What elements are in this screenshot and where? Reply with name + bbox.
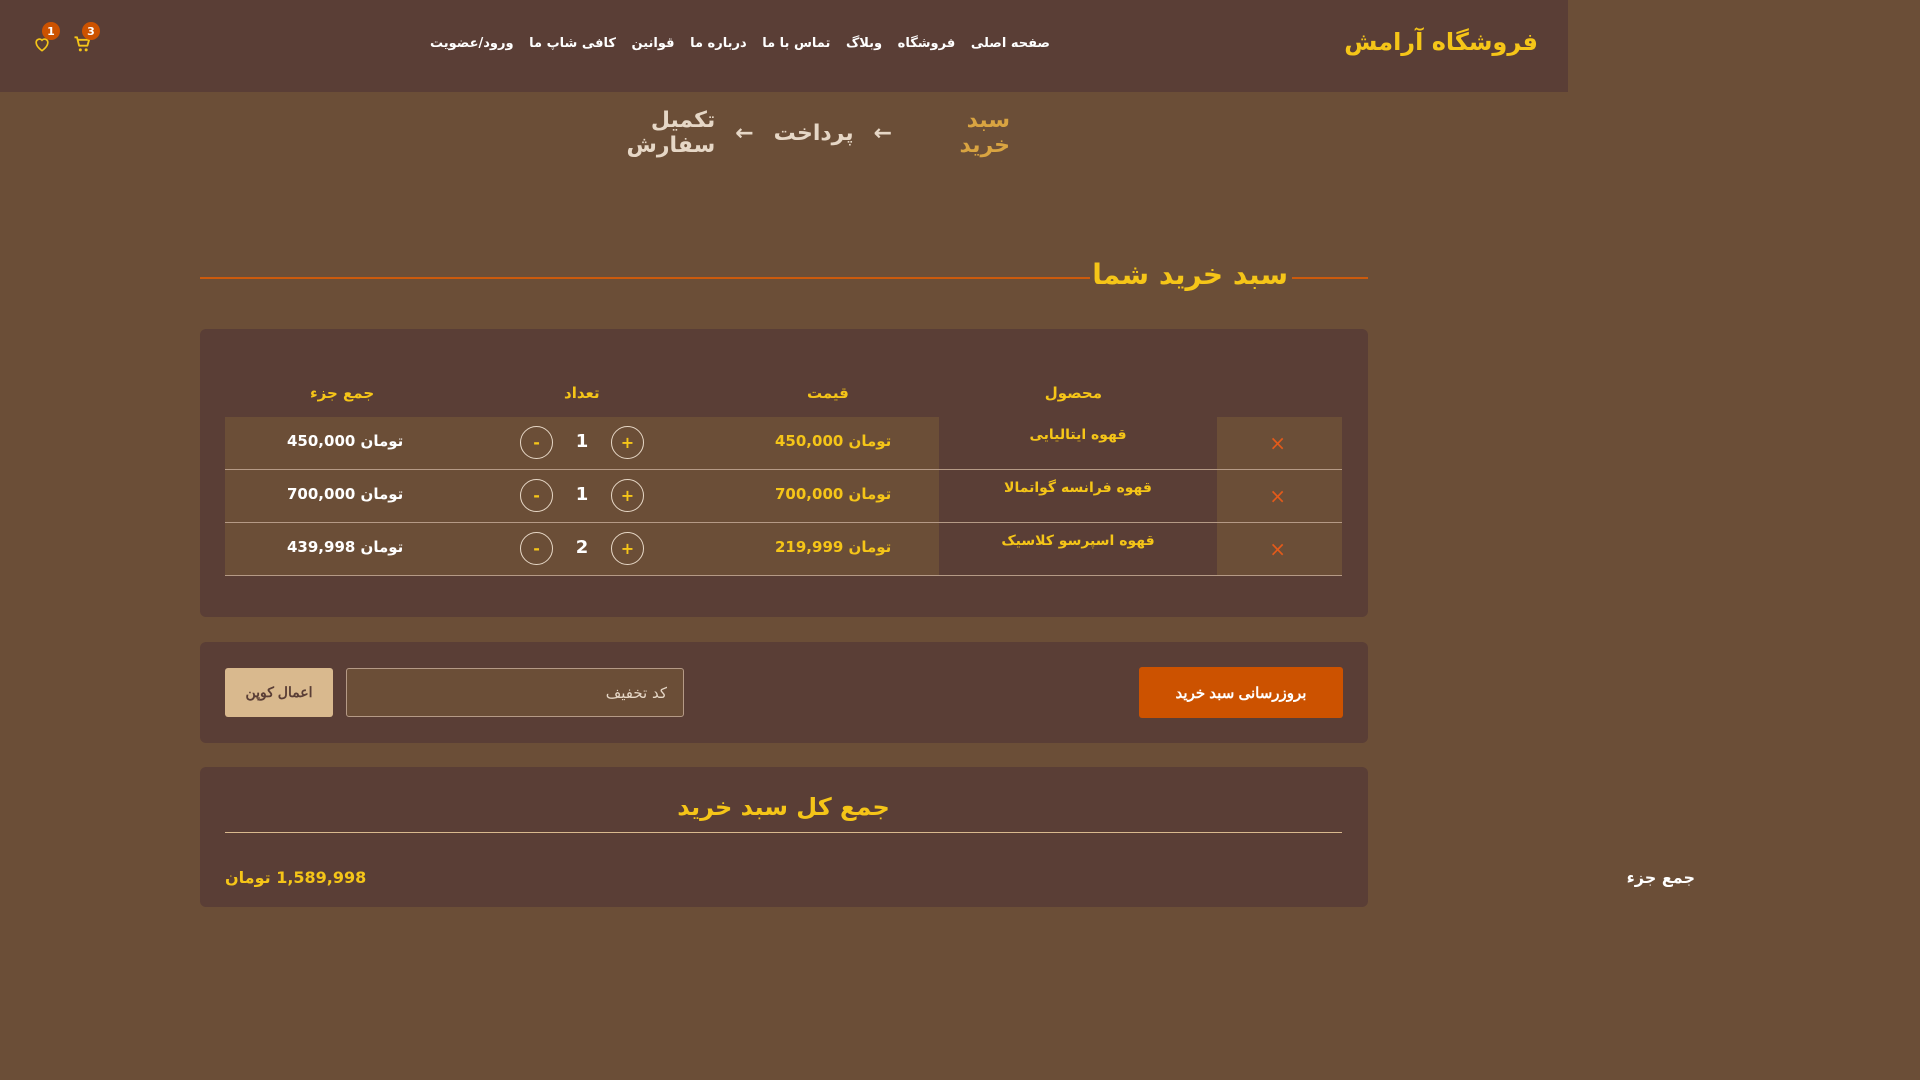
product-cell: قهوه اسپرسو کلاسیک xyxy=(939,523,1217,576)
table-row: × قهوه اسپرسو کلاسیک تومان 219,999 + 2 -… xyxy=(225,523,1342,576)
checkout-steps: سبد خرید ← پرداخت ← تکمیل سفارش xyxy=(560,108,1010,158)
table-header: محصول قیمت تعداد جمع جزء xyxy=(225,384,1342,404)
totals-subtotal-value: 1,589,998 تومان xyxy=(225,868,367,887)
item-subtotal: تومان 450,000 xyxy=(287,432,404,450)
step-cart: سبد خرید xyxy=(959,108,1010,158)
quantity-stepper: + 1 - xyxy=(520,426,645,460)
nav-item-about[interactable]: درباره ما xyxy=(690,36,747,51)
cart-count-badge: 3 xyxy=(82,22,100,40)
table-row: × قهوه فرانسه گواتمالا تومان 700,000 + 1… xyxy=(225,470,1342,523)
decrease-button[interactable]: - xyxy=(520,479,553,512)
nav-item-blog[interactable]: وبلاگ xyxy=(846,36,882,51)
step-arrow-icon: ← xyxy=(735,120,754,146)
totals-divider xyxy=(225,832,1342,833)
remove-item-icon[interactable]: × xyxy=(1269,484,1286,508)
wishlist-button[interactable]: 1 xyxy=(30,22,60,56)
wishlist-count-badge: 1 xyxy=(42,22,60,40)
cart-title-row: سبد خرید شما xyxy=(200,258,1368,298)
item-subtotal: تومان 700,000 xyxy=(287,485,404,503)
nav-item-contact[interactable]: تماس با ما xyxy=(762,36,830,51)
remove-item-icon[interactable]: × xyxy=(1269,537,1286,561)
product-cell: قهوه ایتالیایی xyxy=(939,417,1217,470)
quantity-value: 1 xyxy=(575,484,589,505)
column-product: محصول xyxy=(1044,384,1102,402)
column-quantity: تعداد xyxy=(564,384,600,402)
decrease-button[interactable]: - xyxy=(520,532,553,565)
quantity-value: 2 xyxy=(575,537,589,558)
totals-subtotal-label: جمع جزء xyxy=(1626,868,1695,887)
quantity-stepper: + 1 - xyxy=(520,479,645,513)
apply-coupon-button[interactable]: اعمال کوپن xyxy=(225,668,333,717)
nav-item-home[interactable]: صفحه اصلی xyxy=(971,36,1050,51)
coupon-input[interactable] xyxy=(346,668,684,717)
product-name[interactable]: قهوه فرانسه گواتمالا xyxy=(939,480,1217,496)
increase-button[interactable]: + xyxy=(611,532,644,565)
update-cart-button[interactable]: بروزرسانی سبد خرید xyxy=(1139,667,1343,718)
column-subtotal: جمع جزء xyxy=(310,384,375,402)
increase-button[interactable]: + xyxy=(611,479,644,512)
brand-logo[interactable]: فروشگاه آرامش xyxy=(1344,28,1538,56)
nav-item-login[interactable]: ورود/عضویت xyxy=(430,36,514,51)
column-price: قیمت xyxy=(807,384,849,402)
decrease-button[interactable]: - xyxy=(520,426,553,459)
item-subtotal: تومان 439,998 xyxy=(287,538,404,556)
title-divider xyxy=(1292,277,1368,279)
product-name[interactable]: قهوه اسپرسو کلاسیک xyxy=(939,533,1217,549)
increase-button[interactable]: + xyxy=(611,426,644,459)
nav-item-shop[interactable]: فروشگاه xyxy=(898,36,956,51)
table-row: × قهوه ایتالیایی تومان 450,000 + 1 - توم… xyxy=(225,417,1342,470)
item-price: تومان 450,000 xyxy=(775,432,892,450)
site-header: فروشگاه آرامش صفحه اصلی فروشگاه وبلاگ تم… xyxy=(0,0,1568,92)
header-icons: 3 1 xyxy=(30,22,110,60)
quantity-value: 1 xyxy=(575,431,589,452)
cart-totals-card xyxy=(200,767,1368,907)
cart-button[interactable]: 3 xyxy=(70,22,100,56)
page-title: سبد خرید شما xyxy=(1092,258,1288,291)
nav-item-rules[interactable]: قوانین xyxy=(632,36,675,51)
cart-totals-title: جمع کل سبد خرید xyxy=(677,793,890,821)
step-complete: تکمیل سفارش xyxy=(626,108,716,158)
remove-item-icon[interactable]: × xyxy=(1269,431,1286,455)
quantity-stepper: + 2 - xyxy=(520,532,645,566)
step-payment: پرداخت xyxy=(773,120,854,146)
nav-item-coffeeshop[interactable]: کافی شاپ ما xyxy=(529,36,616,51)
item-price: تومان 700,000 xyxy=(775,485,892,503)
step-arrow-icon: ← xyxy=(873,120,893,146)
product-cell: قهوه فرانسه گواتمالا xyxy=(939,470,1217,523)
item-price: تومان 219,999 xyxy=(775,538,892,556)
title-divider xyxy=(200,277,1090,279)
main-nav: صفحه اصلی فروشگاه وبلاگ تماس با ما دربار… xyxy=(430,36,1050,51)
product-name[interactable]: قهوه ایتالیایی xyxy=(939,427,1217,443)
